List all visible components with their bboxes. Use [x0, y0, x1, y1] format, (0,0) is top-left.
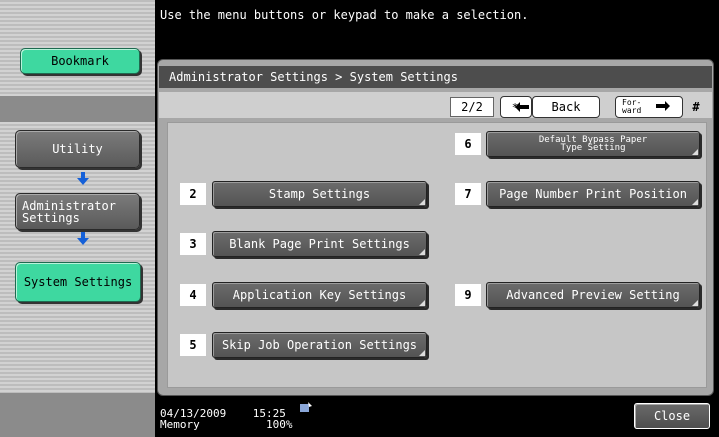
menu-number: 6 — [455, 133, 481, 155]
hash-icon: # — [692, 100, 700, 114]
memory-label: Memory — [160, 418, 200, 431]
sidebar-divider — [0, 96, 155, 122]
default-bypass-label: Default Bypass Paper Type Setting — [538, 135, 648, 153]
forward-button[interactable]: For-ward — [615, 96, 683, 118]
status-bar: 04/13/2009 15:25 Memory 100% — [160, 402, 313, 431]
sidebar-item-administrator-settings[interactable]: Administrator Settings — [15, 193, 140, 230]
menu-number: 5 — [180, 334, 206, 356]
default-bypass-paper-type-setting-button[interactable]: Default Bypass Paper Type Setting — [486, 131, 700, 157]
close-button[interactable]: Close — [634, 403, 710, 429]
bookmark-button[interactable]: Bookmark — [20, 48, 140, 74]
menu-number: 4 — [180, 284, 206, 306]
menu-number: 9 — [455, 284, 481, 306]
page-indicator: 2/2 — [450, 97, 494, 117]
sidebar-footer — [0, 393, 155, 437]
sidebar-item-utility[interactable]: Utility — [15, 130, 140, 168]
back-label: Back — [551, 100, 581, 114]
back-arrow-icon — [512, 98, 532, 116]
sidebar-item-system-settings[interactable]: System Settings — [15, 262, 141, 302]
breadcrumb: Administrator Settings > System Settings — [159, 66, 712, 88]
menu-number: 2 — [180, 183, 206, 205]
skip-job-operation-settings-button[interactable]: Skip Job Operation Settings — [212, 332, 427, 358]
back-button[interactable]: Back — [532, 96, 600, 118]
down-arrow-icon — [77, 232, 89, 245]
forward-label: For-ward — [622, 98, 642, 115]
down-arrow-icon — [77, 172, 89, 185]
menu-number: 3 — [180, 233, 206, 255]
blank-page-print-settings-button[interactable]: Blank Page Print Settings — [212, 231, 427, 257]
network-status-icon — [299, 402, 313, 416]
stamp-settings-button[interactable]: Stamp Settings — [212, 181, 427, 207]
memory-value: 100% — [265, 418, 293, 431]
instruction-message: Use the menu buttons or keypad to make a… — [160, 8, 529, 22]
menu-number: 7 — [455, 183, 481, 205]
application-key-settings-button[interactable]: Application Key Settings — [212, 282, 427, 308]
page-number-print-position-button[interactable]: Page Number Print Position — [486, 181, 700, 207]
advanced-preview-setting-button[interactable]: Advanced Preview Setting — [486, 282, 700, 308]
forward-arrow-icon — [656, 100, 670, 114]
